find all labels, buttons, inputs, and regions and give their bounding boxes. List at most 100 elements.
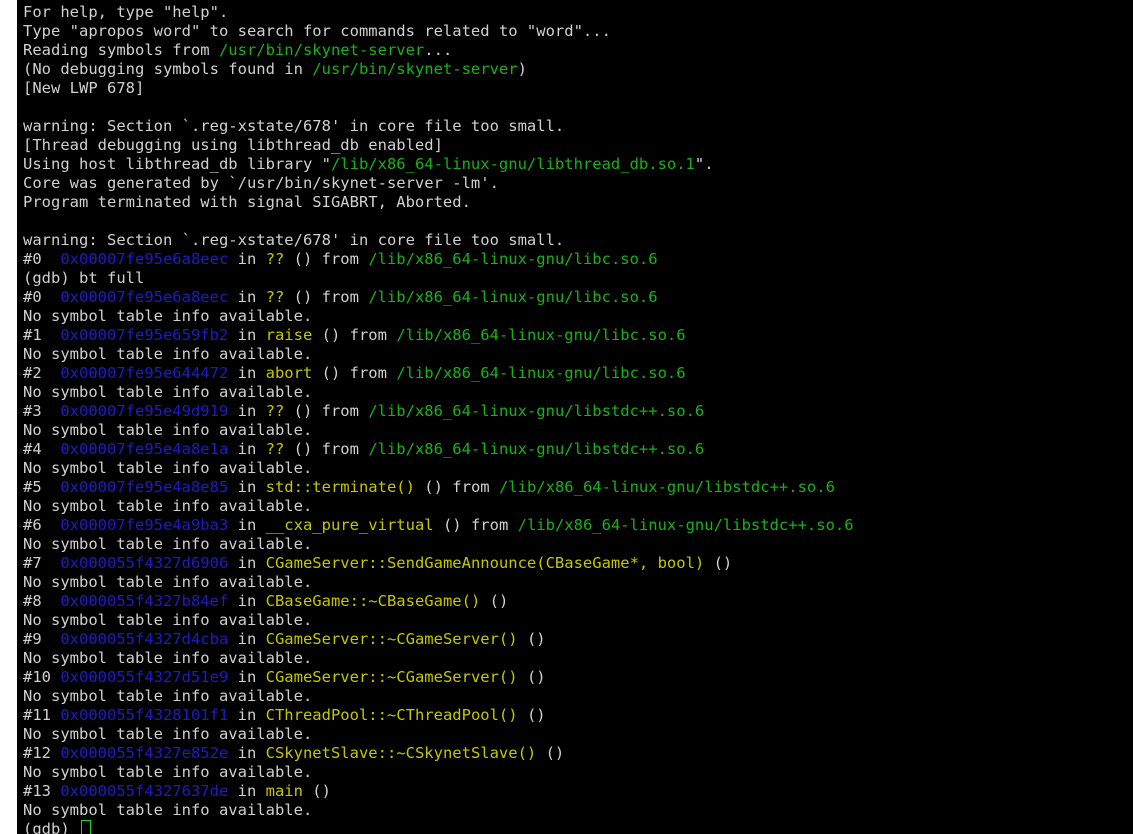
terminal-text: #7 — [23, 554, 61, 572]
function-text: __cxa_pure_virtual — [265, 516, 434, 534]
function-text: CGameServer::~CGameServer() — [265, 630, 518, 648]
function-text: raise — [265, 326, 313, 344]
terminal-line: Using host libthread_db library "/lib/x8… — [23, 155, 854, 174]
terminal-text: For help, type "help". — [23, 3, 229, 21]
gdb-prompt-line[interactable]: (gdb) — [23, 820, 854, 834]
terminal-line: #9 0x000055f4327d4cba in CGameServer::~C… — [23, 630, 854, 649]
path-text: /lib/x86_64-linux-gnu/libc.so.6 — [368, 250, 658, 268]
terminal-text: #5 — [23, 478, 61, 496]
function-text: ?? — [265, 288, 285, 306]
terminal-text: in — [228, 592, 266, 610]
terminal-cursor[interactable] — [81, 820, 91, 834]
terminal-text: #9 — [23, 630, 61, 648]
terminal-text: No symbol table info available. — [23, 801, 313, 819]
terminal-line: #7 0x000055f4327d6906 in CGameServer::Se… — [23, 554, 854, 573]
terminal-text: in — [228, 250, 266, 268]
terminal-text: Using host libthread_db library " — [23, 155, 331, 173]
function-text: CSkynetSlave::~CSkynetSlave() — [265, 744, 537, 762]
terminal-text: #6 — [23, 516, 61, 534]
terminal-text: No symbol table info available. — [23, 497, 313, 515]
path-text: /lib/x86_64-linux-gnu/libstdc++.so.6 — [498, 478, 835, 496]
function-text: ?? — [265, 402, 285, 420]
terminal-line: No symbol table info available. — [23, 649, 854, 668]
terminal-text: #11 — [23, 706, 61, 724]
terminal-line: (No debugging symbols found in /usr/bin/… — [23, 60, 854, 79]
address-text: 0x00007fe95e6a8eec — [60, 250, 229, 268]
terminal-line: #13 0x000055f4327637de in main () — [23, 782, 854, 801]
terminal-text: in — [228, 554, 266, 572]
terminal-line: No symbol table info available. — [23, 383, 854, 402]
terminal-line: No symbol table info available. — [23, 421, 854, 440]
terminal-line: No symbol table info available. — [23, 611, 854, 630]
terminal-line: For help, type "help". — [23, 3, 854, 22]
path-text: /lib/x86_64-linux-gnu/libc.so.6 — [396, 364, 686, 382]
terminal-text: No symbol table info available. — [23, 611, 313, 629]
terminal-line: Reading symbols from /usr/bin/skynet-ser… — [23, 41, 854, 60]
terminal-output: For help, type "help". Type "apropos word… — [23, 3, 854, 834]
terminal-text: No symbol table info available. — [23, 421, 313, 439]
terminal-text: ... — [424, 41, 453, 59]
terminal-line: No symbol table info available. — [23, 573, 854, 592]
terminal-text: #12 — [23, 744, 61, 762]
terminal-text: #0 — [23, 288, 61, 306]
terminal-text: Reading symbols from — [23, 41, 219, 59]
terminal-line: #2 0x00007fe95e644472 in abort () from /… — [23, 364, 854, 383]
terminal-text: (gdb) bt full — [23, 269, 145, 287]
function-text: main — [265, 782, 303, 800]
terminal-text: ". — [694, 155, 714, 173]
terminal-line: #1 0x00007fe95e659fb2 in raise () from /… — [23, 326, 854, 345]
terminal-text: No symbol table info available. — [23, 345, 313, 363]
address-text: 0x00007fe95e659fb2 — [60, 326, 229, 344]
address-text: 0x00007fe95e6a8eec — [60, 288, 229, 306]
terminal-line: #8 0x000055f4327b84ef in CBaseGame::~CBa… — [23, 592, 854, 611]
terminal-text: () from — [414, 478, 499, 496]
terminal-line: #5 0x00007fe95e4a8e85 in std::terminate(… — [23, 478, 854, 497]
function-text: CGameServer::~CGameServer() — [265, 668, 518, 686]
terminal-line: [Thread debugging using libthread_db ena… — [23, 136, 854, 155]
terminal-line: No symbol table info available. — [23, 497, 854, 516]
terminal-text: ) — [517, 60, 527, 78]
address-text: 0x000055f4327d4cba — [60, 630, 229, 648]
terminal-line: No symbol table info available. — [23, 535, 854, 554]
terminal-text: Type "apropos word" to search for comman… — [23, 22, 611, 40]
path-text: /lib/x86_64-linux-gnu/libc.so.6 — [368, 288, 658, 306]
terminal-text: () from — [312, 364, 397, 382]
function-text: std::terminate() — [265, 478, 415, 496]
terminal-line: #3 0x00007fe95e49d919 in ?? () from /lib… — [23, 402, 854, 421]
terminal-line: #4 0x00007fe95e4a8e1a in ?? () from /lib… — [23, 440, 854, 459]
path-text: /usr/bin/skynet-server — [312, 60, 518, 78]
terminal-text: () from — [284, 440, 369, 458]
terminal-text: in — [228, 782, 266, 800]
terminal-line: warning: Section `.reg-xstate/678' in co… — [23, 231, 854, 250]
path-text: /lib/x86_64-linux-gnu/libstdc++.so.6 — [517, 516, 854, 534]
terminal-text: () from — [284, 250, 369, 268]
address-text: 0x00007fe95e4a8e85 — [60, 478, 229, 496]
terminal-line: #11 0x000055f4328101f1 in CThreadPool::~… — [23, 706, 854, 725]
terminal-text: #0 — [23, 250, 61, 268]
terminal-text: in — [228, 668, 266, 686]
address-text: 0x000055f4327e852e — [60, 744, 229, 762]
terminal-text: No symbol table info available. — [23, 687, 313, 705]
terminal-text: () from — [284, 288, 369, 306]
terminal-text: No symbol table info available. — [23, 535, 313, 553]
terminal-line: Type "apropos word" to search for comman… — [23, 22, 854, 41]
terminal-text: #13 — [23, 782, 61, 800]
terminal-line: No symbol table info available. — [23, 687, 854, 706]
terminal-line: No symbol table info available. — [23, 459, 854, 478]
terminal-text: #8 — [23, 592, 61, 610]
terminal-window[interactable]: For help, type "help". Type "apropos word… — [17, 0, 1133, 834]
address-text: 0x00007fe95e49d919 — [60, 402, 229, 420]
terminal-line: #6 0x00007fe95e4a9ba3 in __cxa_pure_virt… — [23, 516, 854, 535]
terminal-text: in — [228, 630, 266, 648]
function-text: CGameServer::SendGameAnnounce(CBaseGame*… — [265, 554, 705, 572]
terminal-line: Program terminated with signal SIGABRT, … — [23, 193, 854, 212]
terminal-text: No symbol table info available. — [23, 649, 313, 667]
terminal-text: () from — [312, 326, 397, 344]
terminal-text: () from — [284, 402, 369, 420]
function-text: abort — [265, 364, 313, 382]
terminal-text: () — [302, 782, 331, 800]
path-text: /lib/x86_64-linux-gnu/libstdc++.so.6 — [368, 402, 705, 420]
gdb-prompt: (gdb) — [23, 820, 79, 834]
terminal-text: [New LWP 678] — [23, 79, 145, 97]
